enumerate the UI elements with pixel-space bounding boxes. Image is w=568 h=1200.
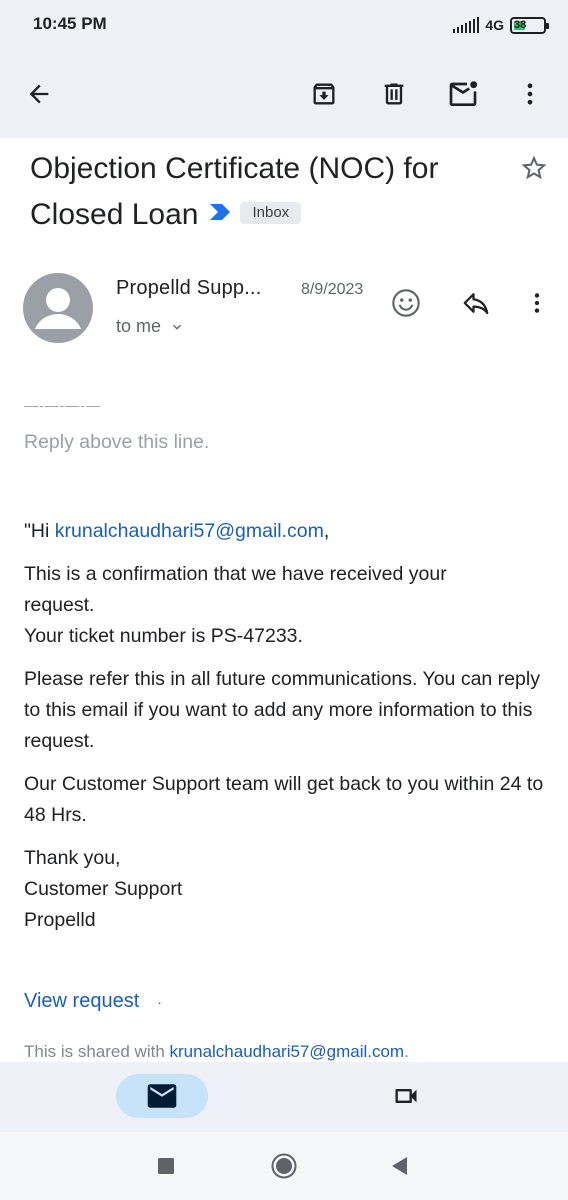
chevron-down-icon xyxy=(173,324,182,330)
status-icons: 4G 38 xyxy=(453,14,549,36)
signature-line-1: Thank you, xyxy=(24,847,121,869)
view-request-link[interactable]: View request xyxy=(24,990,139,1013)
shared-with-text: This is shared with krunalchaudhari57@gm… xyxy=(24,1042,564,1064)
shared-suffix: . xyxy=(404,1042,409,1061)
reply-above-text: Reply above this line. xyxy=(24,431,210,453)
network-type: 4G xyxy=(485,17,504,33)
battery-level: 38 xyxy=(514,19,527,31)
home-circle-icon[interactable] xyxy=(266,1148,302,1184)
refer-paragraph: Please refer this in all future communic… xyxy=(24,668,540,752)
status-time: 10:45 PM xyxy=(33,14,107,33)
delete-icon[interactable] xyxy=(372,72,416,116)
signal-icon xyxy=(453,17,480,33)
star-icon[interactable] xyxy=(516,150,552,186)
confirmation-line-2: request. xyxy=(24,594,95,616)
sender-name[interactable]: Propelld Supp... xyxy=(116,277,262,300)
emoji-icon[interactable] xyxy=(386,283,426,323)
confirmation-paragraph: This is a confirmation that we have rece… xyxy=(24,559,544,652)
recipient-toggle[interactable]: to me xyxy=(116,316,185,337)
sender-date: 8/9/2023 xyxy=(301,281,364,298)
greeting-suffix: , xyxy=(323,520,330,542)
status-bar: 10:45 PM 4G 38 xyxy=(0,0,568,50)
inbox-label[interactable]: Inbox xyxy=(240,202,302,225)
separator-line: —-—-—-— xyxy=(24,397,101,413)
more-vert-icon[interactable] xyxy=(508,72,552,116)
ticket-line: Your ticket number is PS-47233. xyxy=(24,625,303,647)
recents-square-icon[interactable] xyxy=(148,1148,184,1184)
reply-icon[interactable] xyxy=(456,283,496,323)
signature-line-2: Customer Support xyxy=(24,878,183,900)
message-more-icon[interactable] xyxy=(517,283,557,323)
subject-line-1: Objection Certificate (NOC) for xyxy=(30,152,439,185)
greeting-email-link[interactable]: krunalchaudhari57@gmail.com xyxy=(55,520,324,542)
email-body: —-—-—-— Reply above this line. "Hi kruna… xyxy=(24,395,544,936)
support-paragraph: Our Customer Support team will get back … xyxy=(24,773,544,826)
system-nav-bar xyxy=(0,1132,568,1200)
signature-line-3: Propelld xyxy=(24,909,96,931)
archive-icon[interactable] xyxy=(302,72,346,116)
view-request-row: View request · xyxy=(24,990,162,1013)
video-camera-icon xyxy=(395,1089,417,1103)
mail-icon xyxy=(147,1084,177,1108)
separator-dot: · xyxy=(157,993,162,1010)
bottom-nav xyxy=(0,1062,568,1132)
back-arrow-icon[interactable] xyxy=(17,72,61,116)
email-subject: Objection Certificate (NOC) for Closed L… xyxy=(30,146,500,239)
recipient-label: to me xyxy=(116,316,162,336)
mark-unread-icon[interactable] xyxy=(441,72,485,116)
confirmation-line-1: This is a confirmation that we have rece… xyxy=(24,563,447,585)
mail-tab[interactable] xyxy=(116,1074,208,1118)
top-toolbar xyxy=(0,50,568,138)
importance-marker-icon xyxy=(208,190,234,236)
shared-prefix: This is shared with xyxy=(24,1042,170,1061)
signature: Thank you, Customer Support Propelld xyxy=(24,843,544,936)
greeting-prefix: "Hi xyxy=(24,520,55,542)
back-triangle-icon[interactable] xyxy=(382,1148,418,1184)
meet-tab[interactable] xyxy=(386,1078,426,1114)
battery-icon: 38 xyxy=(510,16,549,34)
subject-line-2: Closed Loan xyxy=(30,198,199,231)
shared-email-link[interactable]: krunalchaudhari57@gmail.com xyxy=(170,1042,405,1061)
greeting: "Hi krunalchaudhari57@gmail.com, xyxy=(24,516,544,547)
avatar[interactable] xyxy=(23,273,93,343)
